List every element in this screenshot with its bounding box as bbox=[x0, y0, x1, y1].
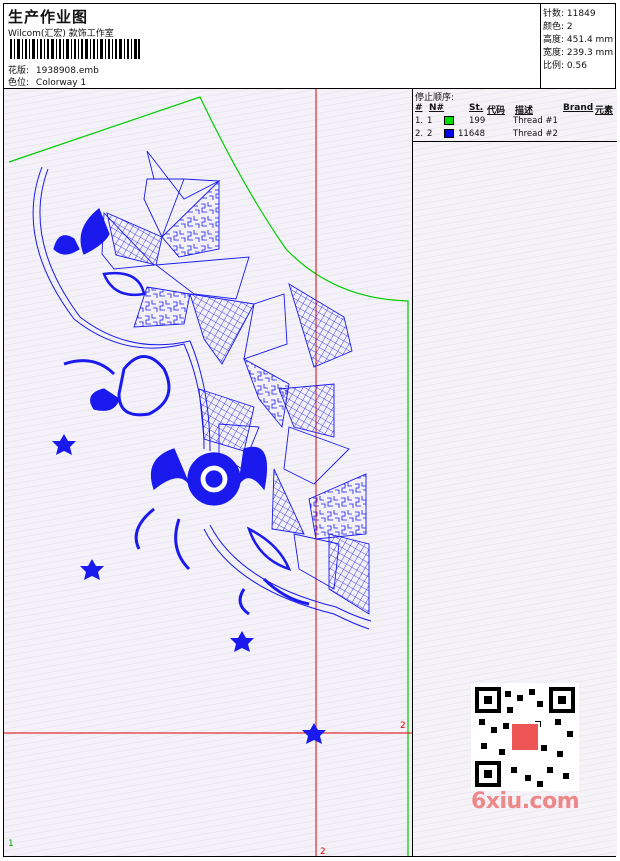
row-code: 11648 bbox=[458, 129, 486, 139]
row-description: Thread #1 bbox=[513, 116, 558, 126]
colorway-name: Colorway 1 bbox=[35, 78, 87, 88]
stat-label: 高度: bbox=[543, 35, 565, 45]
row-description: Thread #2 bbox=[513, 129, 558, 139]
thread-1-swatch bbox=[444, 116, 454, 125]
stat-label: 针数: bbox=[543, 9, 565, 19]
row-index: 1. bbox=[415, 116, 424, 126]
marker-right: 2 bbox=[400, 721, 406, 731]
col-code: 代码 bbox=[487, 106, 506, 116]
stop-sequence-panel: 停止顺序: # N# St. 代码 描述 Brand 元素 1. 1 199 T… bbox=[412, 89, 617, 856]
stat-value: 2 bbox=[566, 22, 573, 32]
stat-label: 颜色: bbox=[543, 22, 565, 32]
stat-value: 11849 bbox=[566, 9, 596, 19]
header: 生产作业图 Wilcom(汇宏) 款饰工作室 花版: 1938908.emb 色… bbox=[4, 4, 540, 89]
stats-box: 针数: 11849 颜色: 2 高度: 451.4 mm 宽度: 239.3 m… bbox=[540, 4, 617, 89]
stat-value: 239.3 mm bbox=[566, 48, 614, 58]
col-index: # bbox=[415, 103, 423, 113]
marker-corner: 1 bbox=[8, 839, 14, 849]
col-brand: Brand bbox=[563, 103, 594, 113]
row-code: 199 bbox=[469, 116, 486, 126]
panel-title: 停止顺序: bbox=[415, 93, 455, 103]
design-canvas[interactable]: 2 2 1 bbox=[4, 89, 412, 856]
col-description: 描述 bbox=[515, 106, 534, 116]
stat-stitches: 针数: 11849 bbox=[543, 6, 596, 19]
stat-colors: 颜色: 2 bbox=[543, 19, 573, 32]
embroidery-design bbox=[4, 89, 412, 856]
col-number: N# bbox=[429, 103, 445, 113]
stat-scale: 比例: 0.56 bbox=[543, 58, 587, 71]
marker-bottom: 2 bbox=[320, 847, 326, 856]
colorway-row: 色位: Colorway 1 bbox=[8, 75, 86, 88]
panel-divider bbox=[413, 141, 617, 142]
stat-width: 宽度: 239.3 mm bbox=[543, 45, 613, 58]
stat-value: 451.4 mm bbox=[566, 35, 614, 45]
colorway-label: 色位: bbox=[8, 78, 30, 88]
row-number: 2 bbox=[427, 129, 433, 139]
row-index: 2. bbox=[415, 129, 424, 139]
company-name: Wilcom(汇宏) 款饰工作室 bbox=[8, 29, 114, 39]
barcode bbox=[10, 39, 140, 59]
watermark-logo: 6xiu.com bbox=[471, 789, 580, 814]
row-number: 1 bbox=[427, 116, 433, 126]
col-stitch: St. bbox=[469, 103, 484, 113]
stat-value: 0.56 bbox=[566, 61, 587, 71]
thread-2-swatch bbox=[444, 129, 454, 138]
qr-code-icon bbox=[471, 683, 579, 791]
stat-label: 比例: bbox=[543, 61, 565, 71]
col-element: 元素 bbox=[595, 106, 614, 116]
stat-height: 高度: 451.4 mm bbox=[543, 32, 613, 45]
stat-label: 宽度: bbox=[543, 48, 565, 58]
page-title: 生产作业图 bbox=[8, 8, 89, 26]
